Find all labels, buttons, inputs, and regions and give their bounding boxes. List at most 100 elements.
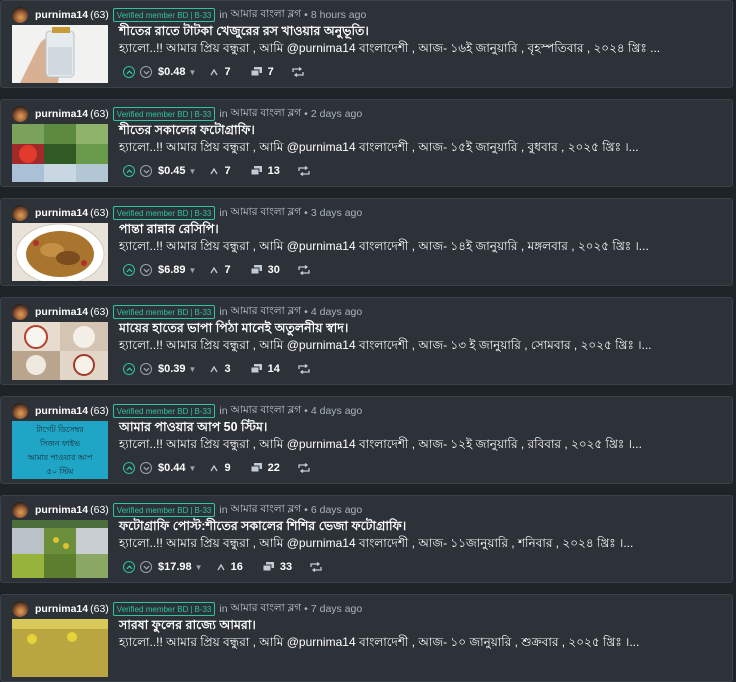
community-link[interactable]: আমার বাংলা ব্লগ — [231, 502, 302, 519]
reblog-icon — [298, 463, 310, 473]
comments-count[interactable]: 13 — [250, 165, 280, 177]
post-thumbnail[interactable] — [12, 223, 108, 281]
comments-count[interactable]: 30 — [250, 264, 280, 276]
author-link[interactable]: purnima14 — [35, 306, 88, 318]
thumbnail-text-line: সিজন ফাইভ — [39, 439, 81, 448]
author-link[interactable]: purnima14 — [35, 504, 88, 516]
votes-icon — [210, 167, 219, 174]
reblog-button[interactable] — [298, 364, 310, 374]
post-thumbnail[interactable] — [12, 124, 108, 182]
reblog-button[interactable] — [292, 67, 304, 77]
payout-value[interactable]: $0.48 — [158, 66, 186, 78]
author-link[interactable]: purnima14 — [35, 603, 88, 615]
payout-dropdown-icon[interactable]: ▼ — [195, 563, 203, 572]
upvote-icon[interactable] — [123, 561, 135, 573]
separator-dot: • — [304, 603, 308, 615]
votes-count[interactable]: 7 — [210, 264, 231, 276]
comments-count[interactable]: 14 — [250, 363, 280, 375]
comments-value: 30 — [267, 264, 280, 276]
badge-group: B-33 — [194, 307, 212, 317]
payout-value[interactable]: $6.89 — [158, 264, 186, 276]
comments-count[interactable]: 33 — [262, 561, 292, 573]
post-footer: $0.44 ▼ 9 22 — [123, 459, 310, 477]
upvote-icon[interactable] — [123, 264, 135, 276]
reblog-button[interactable] — [298, 463, 310, 473]
downvote-icon[interactable] — [140, 66, 152, 78]
post-time[interactable]: 4 days ago — [311, 306, 362, 318]
payout-value[interactable]: $0.39 — [158, 363, 186, 375]
votes-count[interactable]: 9 — [210, 462, 231, 474]
payout-value[interactable]: $17.98 — [158, 561, 192, 573]
community-link[interactable]: আমার বাংলা ব্লগ — [231, 7, 302, 24]
comments-count[interactable]: 7 — [250, 66, 274, 78]
votes-value: 3 — [224, 363, 231, 375]
badge-label: Verified member — [116, 505, 176, 515]
votes-count[interactable]: 3 — [210, 363, 231, 375]
post-thumbnail[interactable]: টার্গেট ডিসেম্বর সিজন ফাইভ আমার পাওয়ার … — [12, 421, 108, 479]
downvote-icon[interactable] — [140, 264, 152, 276]
payout-dropdown-icon[interactable]: ▼ — [189, 365, 197, 374]
payout-dropdown-icon[interactable]: ▼ — [189, 266, 197, 275]
author-link[interactable]: purnima14 — [35, 207, 88, 219]
payout-value[interactable]: $0.45 — [158, 165, 186, 177]
author-link[interactable]: purnima14 — [35, 108, 88, 120]
post-summary[interactable]: হ্যালো..!! আমার প্রিয় বন্ধুরা , আমি @pu… — [119, 436, 642, 456]
comments-count[interactable]: 22 — [250, 462, 280, 474]
downvote-icon[interactable] — [140, 165, 152, 177]
post-time[interactable]: 2 days ago — [311, 108, 362, 120]
post-thumbnail[interactable] — [12, 25, 108, 83]
post-time[interactable]: 6 days ago — [311, 504, 362, 516]
reblog-button[interactable] — [298, 166, 310, 176]
post-time[interactable]: 8 hours ago — [311, 9, 366, 21]
badge-role: BD — [177, 109, 189, 119]
avatar[interactable] — [12, 304, 28, 320]
payout-dropdown-icon[interactable]: ▼ — [189, 68, 197, 77]
votes-count[interactable]: 16 — [217, 561, 243, 573]
votes-count[interactable]: 7 — [210, 165, 231, 177]
post-summary[interactable]: হ্যালো..!! আমার প্রিয় বন্ধুরা , আমি @pu… — [119, 238, 649, 258]
downvote-icon[interactable] — [140, 363, 152, 375]
reblog-button[interactable] — [310, 562, 322, 572]
post-time[interactable]: 3 days ago — [311, 207, 362, 219]
upvote-icon[interactable] — [123, 66, 135, 78]
post-summary[interactable]: হ্যালো..!! আমার প্রিয় বন্ধুরা , আমি @pu… — [119, 139, 639, 159]
author-link[interactable]: purnima14 — [35, 405, 88, 417]
post-thumbnail[interactable] — [12, 619, 108, 677]
community-link[interactable]: আমার বাংলা ব্লগ — [231, 601, 302, 618]
downvote-icon[interactable] — [140, 462, 152, 474]
post-summary[interactable]: হ্যালো..!! আমার প্রিয় বন্ধুরা , আমি @pu… — [119, 40, 660, 60]
payout-dropdown-icon[interactable]: ▼ — [189, 464, 197, 473]
avatar[interactable] — [12, 403, 28, 419]
in-label: in — [219, 9, 228, 21]
community-link[interactable]: আমার বাংলা ব্লগ — [231, 304, 302, 321]
post-summary[interactable]: হ্যালো..!! আমার প্রিয় বন্ধুরা , আমি @pu… — [119, 535, 633, 555]
post-time[interactable]: 4 days ago — [311, 405, 362, 417]
avatar[interactable] — [12, 106, 28, 122]
author-link[interactable]: purnima14 — [35, 9, 88, 21]
post-card: purnima14 (63) Verified member BD | B-33 i… — [0, 594, 733, 682]
community-link[interactable]: আমার বাংলা ব্লগ — [231, 205, 302, 222]
avatar[interactable] — [12, 601, 28, 617]
badge-label: Verified member — [116, 109, 176, 119]
post-summary[interactable]: হ্যালো..!! আমার প্রিয় বন্ধুরা , আমি @pu… — [119, 634, 639, 654]
thumbnail-text-line: টার্গেট ডিসেম্বর — [36, 425, 84, 434]
author-reputation: (63) — [90, 306, 109, 318]
reblog-button[interactable] — [298, 265, 310, 275]
votes-count[interactable]: 7 — [210, 66, 231, 78]
post-summary[interactable]: হ্যালো..!! আমার প্রিয় বন্ধুরা , আমি @pu… — [119, 337, 652, 357]
upvote-icon[interactable] — [123, 165, 135, 177]
upvote-icon[interactable] — [123, 363, 135, 375]
avatar[interactable] — [12, 7, 28, 23]
downvote-icon[interactable] — [140, 561, 152, 573]
community-link[interactable]: আমার বাংলা ব্লগ — [231, 403, 302, 420]
avatar[interactable] — [12, 205, 28, 221]
post-thumbnail[interactable] — [12, 520, 108, 578]
payout-dropdown-icon[interactable]: ▼ — [189, 167, 197, 176]
badge-role: BD — [177, 10, 189, 20]
upvote-icon[interactable] — [123, 462, 135, 474]
payout-value[interactable]: $0.44 — [158, 462, 186, 474]
community-link[interactable]: আমার বাংলা ব্লগ — [231, 106, 302, 123]
post-thumbnail[interactable] — [12, 322, 108, 380]
post-time[interactable]: 7 days ago — [311, 603, 362, 615]
avatar[interactable] — [12, 502, 28, 518]
